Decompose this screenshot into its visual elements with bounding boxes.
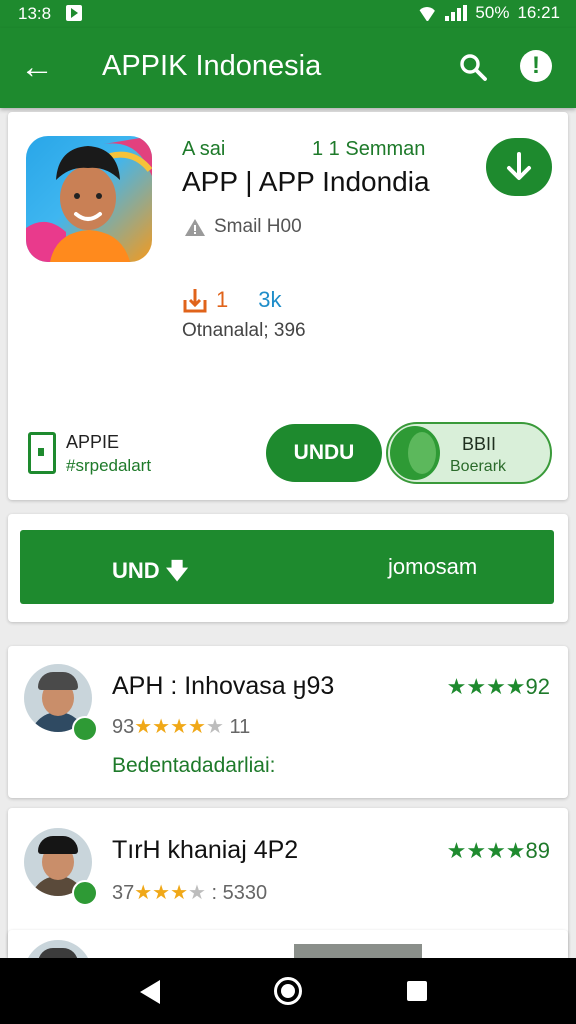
download-button[interactable] — [486, 138, 552, 196]
avatar-hair — [38, 672, 78, 690]
app-detail-card: A sai 1 1 Semman APP | APP Indondia Smai… — [8, 112, 568, 500]
developer-name: Smail H00 — [214, 216, 302, 237]
install-button[interactable]: UNDU — [266, 424, 382, 482]
wifi-icon — [417, 5, 437, 21]
status-bar: 13:8 50% 16:21 — [0, 0, 576, 28]
notification-icon — [66, 5, 82, 21]
phone-icon — [28, 432, 56, 474]
verified-badge-icon — [72, 716, 98, 742]
review-item[interactable]: APH : Inhovasa ӈ93 ★★★★92 93★★★★★ 11 Bed… — [8, 646, 568, 798]
nav-recents-icon[interactable] — [407, 981, 427, 1001]
app-version: 1 1 Semman — [312, 138, 426, 160]
review-rating-line: 37★★★★ : 5330 — [112, 880, 267, 905]
review-rating-top: ★★★★89 — [447, 838, 550, 864]
verified-badge-icon — [72, 880, 98, 906]
secondary-button[interactable]: BBII Boerark — [386, 422, 552, 484]
review-count: 11 — [229, 716, 251, 738]
warning-icon — [185, 219, 205, 236]
nav-back-icon[interactable] — [140, 980, 160, 1004]
nav-home-icon[interactable] — [274, 977, 302, 1005]
app-category: A sai — [182, 138, 226, 160]
download-count-icon — [183, 289, 207, 313]
page-title: APPIK Indonesia — [102, 50, 322, 82]
star-empty-icon: ★ — [205, 716, 224, 738]
search-icon[interactable] — [458, 52, 488, 82]
app-avatar-illustration — [26, 136, 152, 262]
star-icon: ★★★ — [134, 882, 189, 904]
app-tag[interactable]: #srpedalart — [66, 456, 151, 476]
arrow-down-icon: 🡇 — [165, 558, 189, 583]
star-icon: ★★★★ — [446, 838, 526, 863]
reviewer-name: APH : Inhovasa ӈ93 — [112, 672, 335, 700]
review-rating-top-value: 92 — [525, 674, 550, 699]
status-right: 50% 16:21 — [417, 3, 560, 23]
stat-subtitle: Otnanalal; 396 — [182, 320, 306, 341]
review-rating-value: 37 — [112, 882, 135, 904]
developer-row[interactable]: Smail H00 — [184, 216, 302, 238]
app-title: APP | APP Indondia — [182, 166, 430, 197]
app-bar: ← APPIK Indonesia ! — [0, 28, 576, 108]
button-graphic-inner — [408, 432, 436, 474]
secondary-button-label: BBII — [462, 434, 497, 454]
status-time-left: 13:8 — [18, 4, 52, 23]
star-icon: ★★★★ — [134, 716, 206, 738]
stat-downloads: 1 — [216, 287, 229, 312]
star-icon: ★★★★ — [446, 674, 526, 699]
avatar-hair — [38, 836, 78, 854]
arrow-left-icon[interactable]: ← — [20, 50, 54, 84]
secondary-button-sublabel: Boerark — [450, 458, 507, 475]
main-download-button[interactable]: UND 🡇 jomosam — [20, 530, 554, 604]
action-card: UND 🡇 jomosam — [8, 514, 568, 622]
signal-icon — [445, 5, 468, 21]
app-label: APPIE — [66, 432, 120, 452]
star-empty-icon: ★ — [188, 882, 206, 904]
status-time-right: 16:21 — [517, 3, 560, 22]
stat-reviews: 3k — [258, 287, 282, 312]
info-icon[interactable]: ! — [520, 50, 552, 82]
navigation-bar — [0, 958, 576, 1024]
review-rating-value: 93 — [112, 716, 135, 738]
app-icon — [26, 136, 152, 262]
review-rating-top: ★★★★92 — [447, 674, 550, 700]
download-icon — [507, 152, 531, 180]
main-download-label: UND 🡇 — [112, 558, 189, 583]
reviewer-name: TırH khaniaj 4P2 — [112, 836, 299, 864]
review-rating-top-value: 89 — [525, 838, 550, 863]
stats-row: 1 3k — [182, 286, 282, 314]
battery-percent: 50% — [475, 3, 510, 22]
review-count: : 5330 — [211, 882, 268, 904]
review-comment: Bedentadadarliai: — [112, 754, 276, 777]
review-rating-line: 93★★★★★ 11 — [112, 714, 250, 739]
main-download-right-label: jomosam — [388, 554, 478, 579]
